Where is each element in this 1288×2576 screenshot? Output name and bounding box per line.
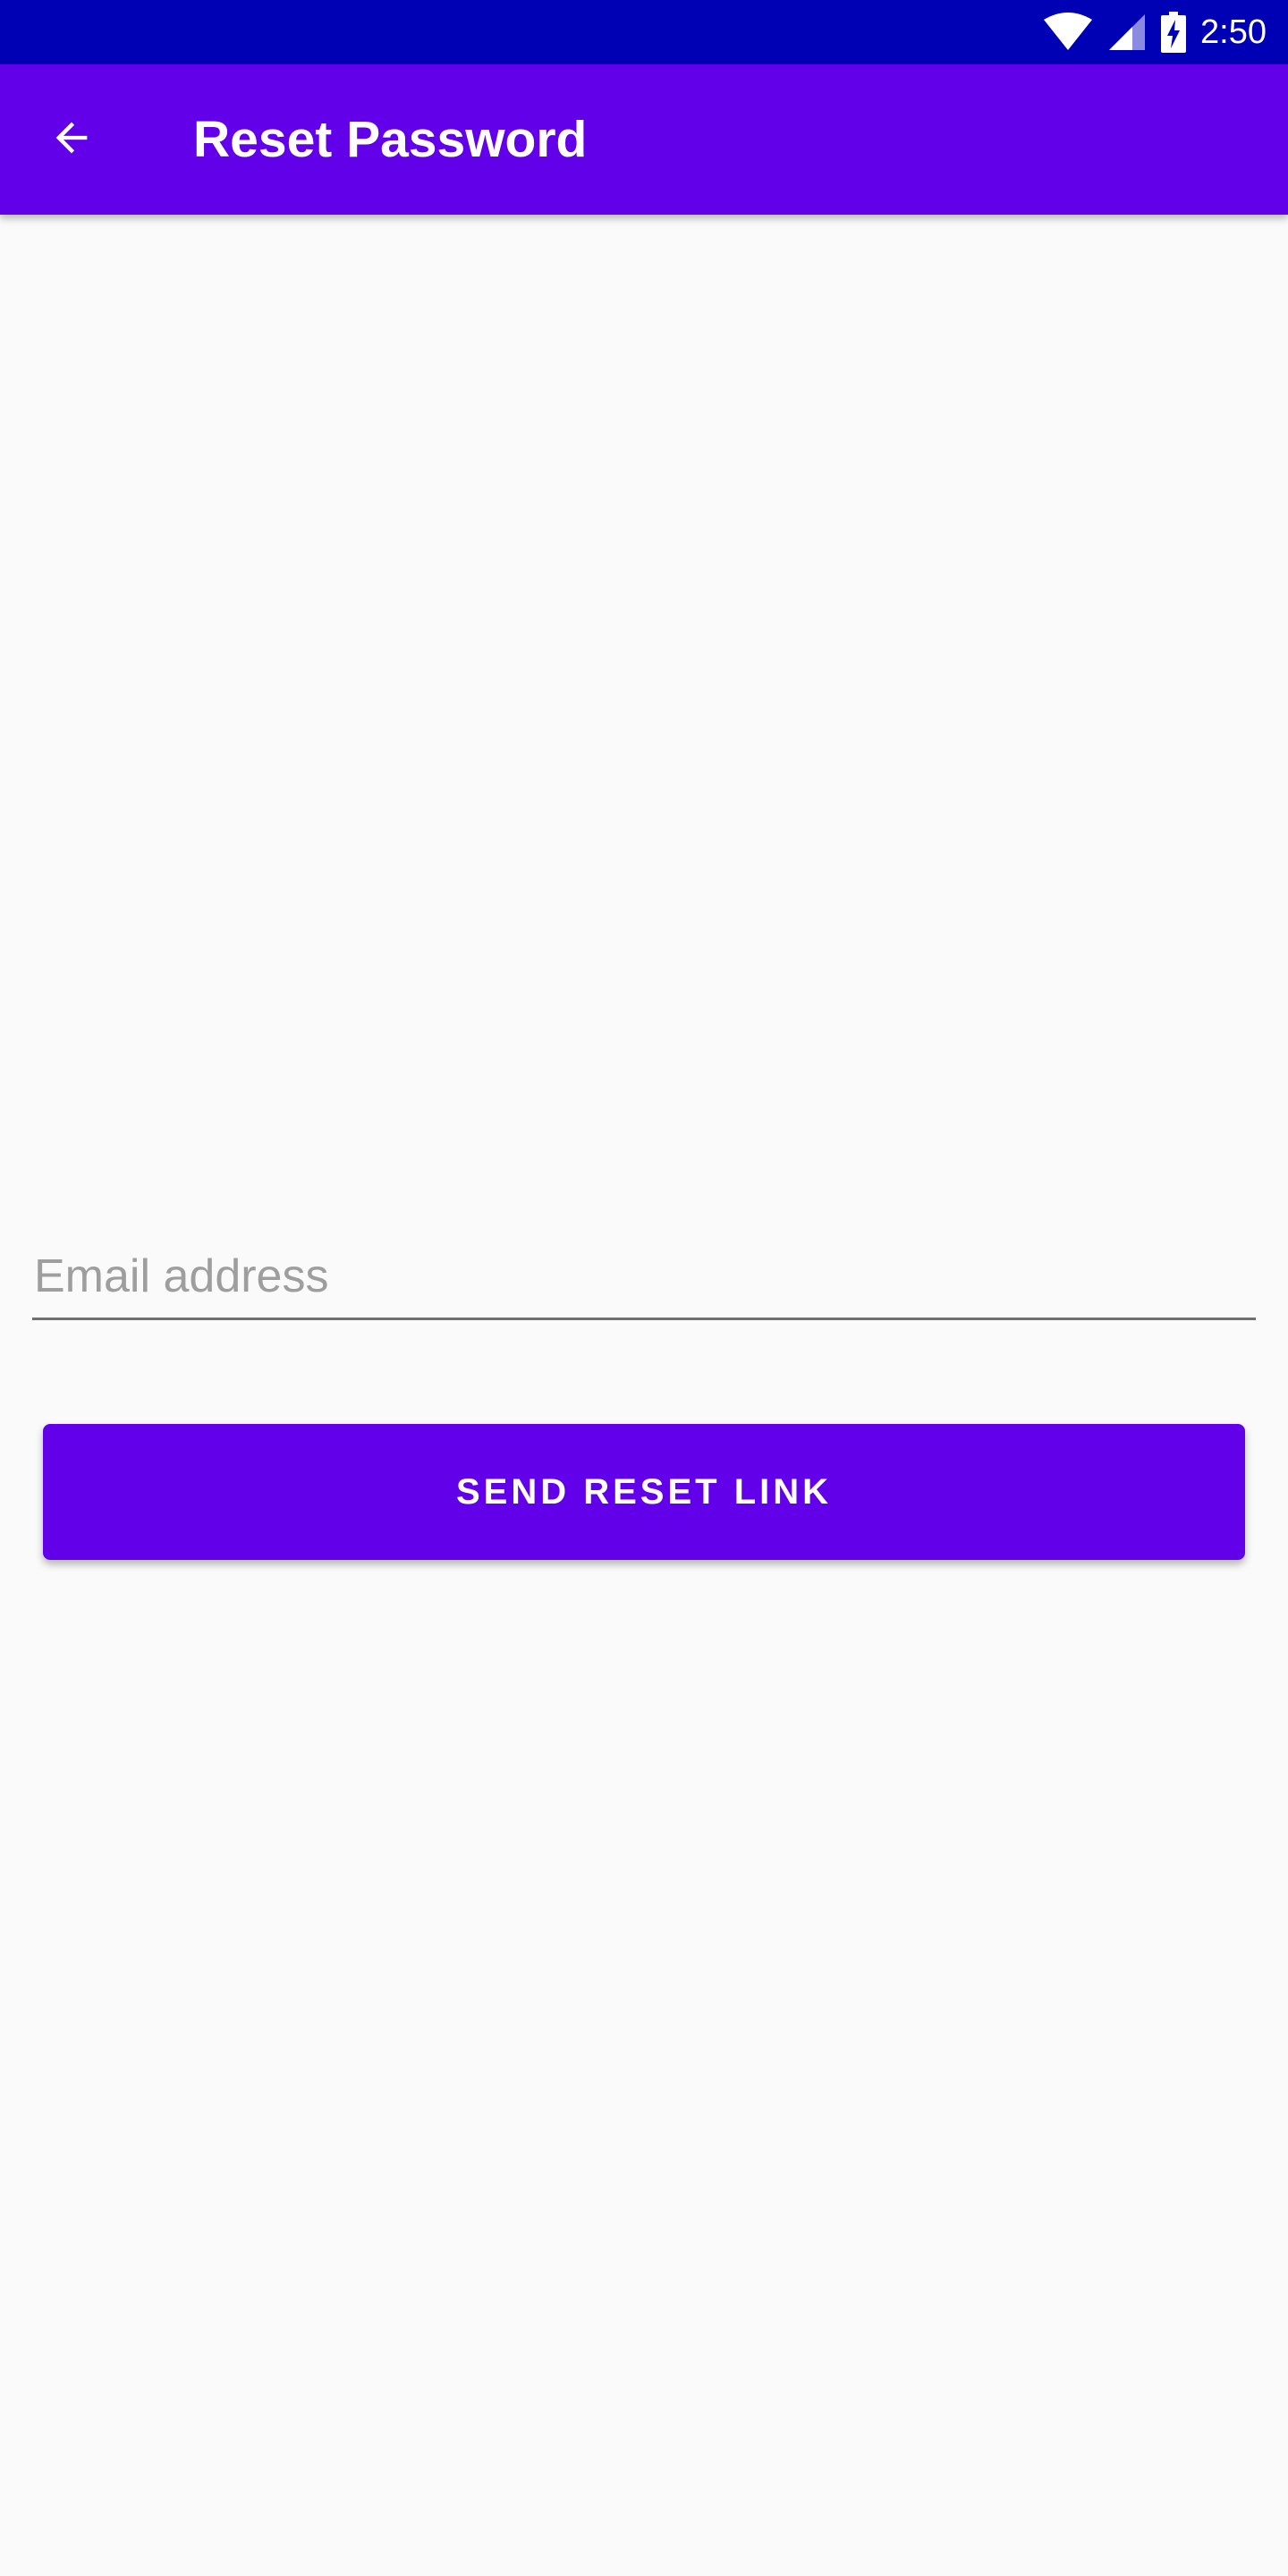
signal-icon <box>1107 13 1147 52</box>
page-title: Reset Password <box>193 111 588 168</box>
battery-charging-icon <box>1161 12 1187 53</box>
arrow-back-icon <box>48 114 95 165</box>
clock-time: 2:50 <box>1200 13 1267 51</box>
app-bar: Reset Password <box>0 64 1288 215</box>
send-reset-link-button[interactable]: SEND RESET LINK <box>43 1424 1245 1560</box>
wifi-icon <box>1043 13 1093 52</box>
email-field[interactable] <box>32 1234 1256 1320</box>
back-button[interactable] <box>29 97 114 182</box>
send-reset-link-label: SEND RESET LINK <box>455 1471 833 1512</box>
status-bar: 2:50 <box>0 0 1288 64</box>
status-icons: 2:50 <box>1043 0 1267 64</box>
